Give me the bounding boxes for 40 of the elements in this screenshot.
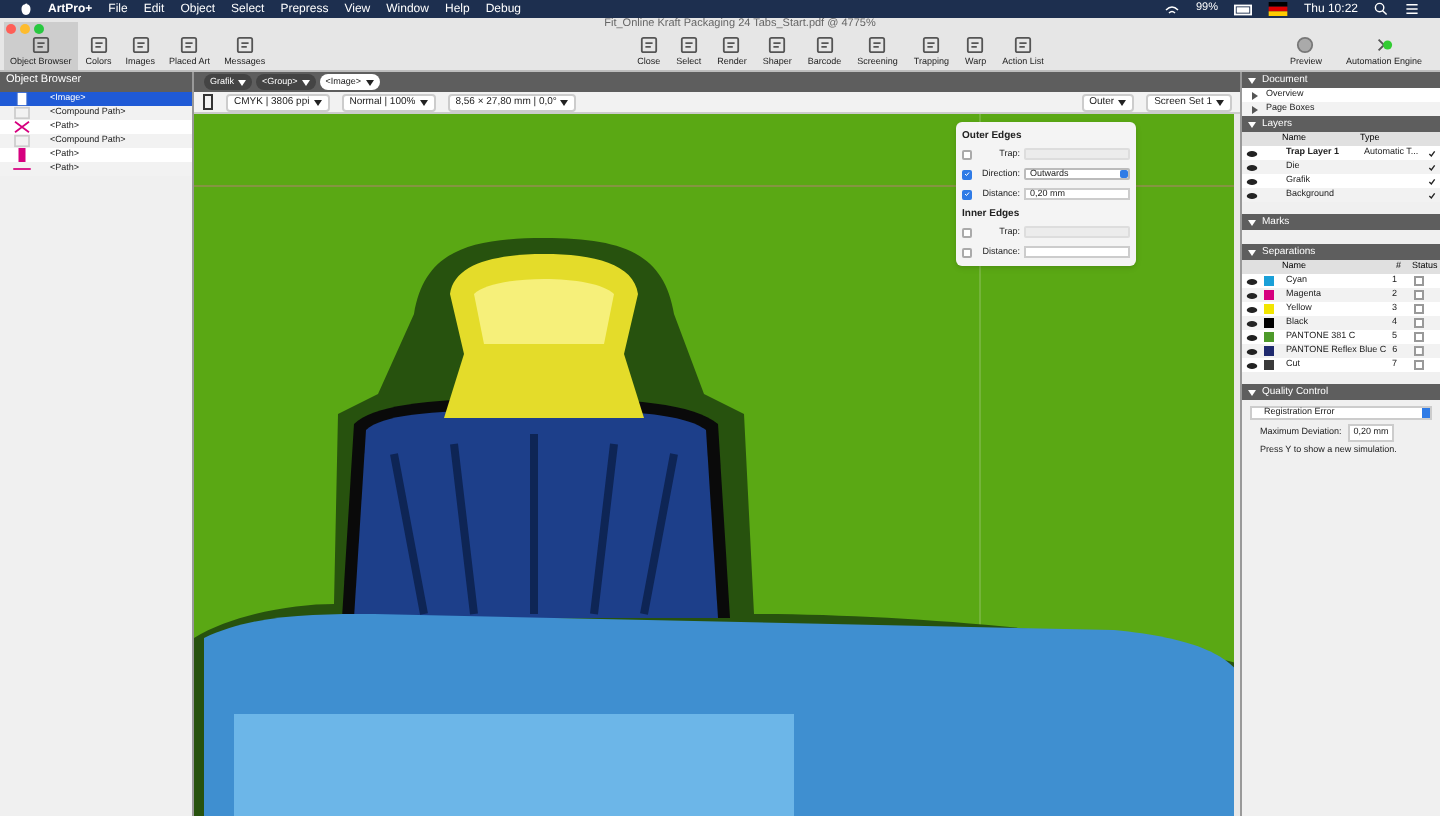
caret-icon — [301, 79, 310, 85]
caret-icon — [313, 99, 322, 105]
checkbox[interactable] — [962, 227, 972, 237]
caret-icon — [1216, 99, 1224, 105]
tool-icon — [1013, 35, 1032, 53]
tool-icon — [966, 35, 985, 53]
tool-icon — [768, 35, 787, 53]
flag-icon — [1267, 2, 1288, 16]
checkbox[interactable] — [962, 149, 972, 159]
caret-icon — [238, 79, 247, 85]
caret-icon — [1118, 99, 1127, 105]
caret-icon — [365, 79, 374, 85]
caret-icon — [419, 99, 428, 105]
tool-icon — [639, 35, 658, 53]
checkbox[interactable] — [962, 189, 972, 199]
search-icon — [1374, 2, 1388, 16]
tool-icon — [722, 35, 741, 53]
dot-icon — [1373, 35, 1394, 53]
tool-icon — [868, 35, 887, 53]
battery-icon — [1233, 3, 1252, 15]
tool-icon — [180, 35, 199, 53]
input-field[interactable] — [1024, 246, 1130, 258]
tool-icon — [235, 35, 254, 53]
caret-icon — [560, 99, 569, 105]
tool-icon — [89, 35, 108, 53]
circle-icon — [1296, 35, 1315, 53]
tool-icon — [31, 35, 50, 53]
tool-icon — [131, 35, 150, 53]
checkbox[interactable] — [962, 169, 972, 179]
page-icon — [202, 94, 214, 110]
tool-icon — [679, 35, 698, 53]
disclosure-icon — [1248, 389, 1256, 395]
tool-icon — [922, 35, 941, 53]
tool-icon — [815, 35, 834, 53]
wifi-icon — [1163, 3, 1180, 15]
apple-icon — [20, 2, 32, 16]
disclosure-icon — [1248, 219, 1256, 225]
checkbox[interactable] — [962, 247, 972, 257]
menu-icon — [1404, 2, 1420, 16]
disclosure-icon — [1248, 249, 1256, 255]
